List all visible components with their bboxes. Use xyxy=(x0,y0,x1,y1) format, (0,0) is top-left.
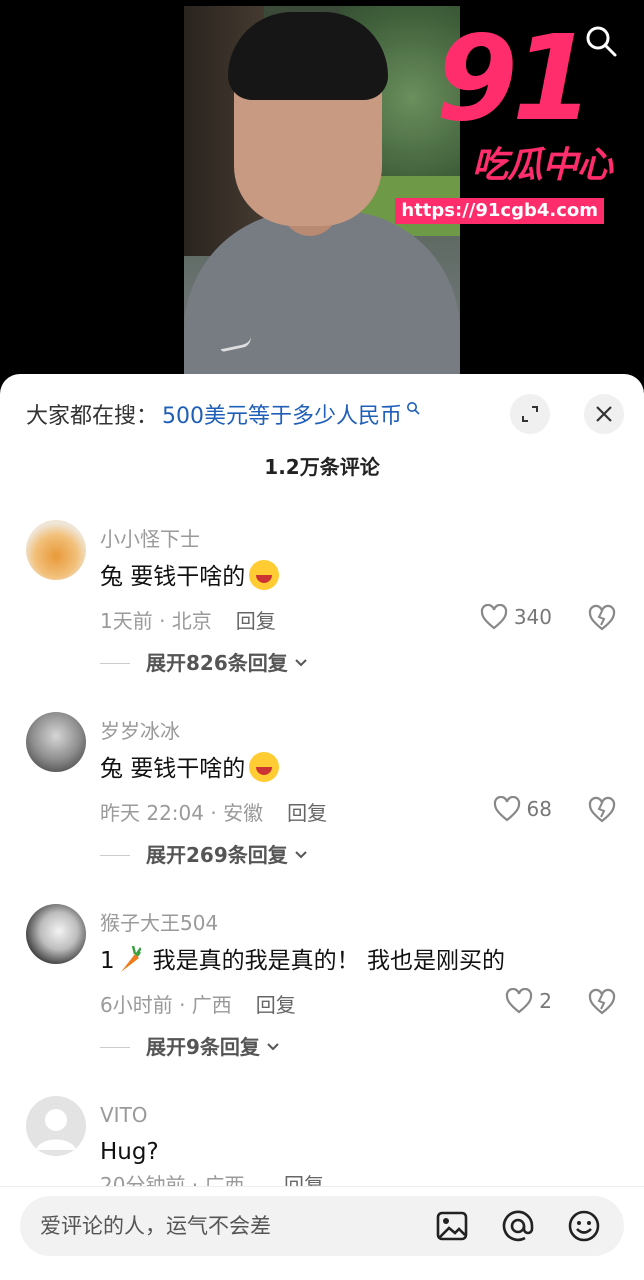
divider-line xyxy=(100,663,130,664)
carrot-emoji-icon xyxy=(120,945,141,972)
divider-line xyxy=(100,1047,130,1048)
image-icon[interactable] xyxy=(434,1208,470,1244)
comment-username[interactable]: 小小怪下士 xyxy=(100,526,200,552)
comment-meta: 昨天 22:04 · 安徽 回复 xyxy=(100,800,327,826)
trending-search-query[interactable]: 500美元等于多少人民币 xyxy=(162,398,402,430)
comment-username[interactable]: VITO xyxy=(100,1102,148,1128)
comment-item: 小小怪下士 兔 要钱干啥的 1天前 · 北京 回复 340 展开826条回复 xyxy=(0,520,644,710)
reply-button[interactable]: 回复 xyxy=(236,609,276,633)
comment-text: Hug? xyxy=(100,1139,159,1165)
like-button[interactable]: 2 xyxy=(505,988,552,1014)
close-button[interactable] xyxy=(584,394,624,434)
reply-button[interactable]: 回复 xyxy=(284,1174,324,1186)
comment-input[interactable]: 爱评论的人，运气不会差 xyxy=(20,1196,624,1256)
like-count: 68 xyxy=(526,797,552,821)
expand-replies-label: 展开9条回复 xyxy=(146,1035,260,1059)
broken-heart-icon[interactable] xyxy=(588,604,616,632)
expand-icon xyxy=(522,406,538,422)
avatar[interactable] xyxy=(26,1096,86,1156)
heart-icon xyxy=(480,604,507,630)
comment-item: 岁岁冰冰 兔 要钱干啥的 昨天 22:04 · 安徽 回复 68 展开269条回复 xyxy=(0,712,644,902)
heart-icon xyxy=(493,796,520,822)
like-button[interactable]: 68 xyxy=(493,796,552,822)
laughing-emoji-icon xyxy=(249,560,280,590)
like-count: 2 xyxy=(539,989,552,1013)
like-button[interactable]: 340 xyxy=(480,604,552,630)
comments-sheet: 大家都在搜： 500美元等于多少人民币 1.2万条评论 小小怪下士 兔 要钱干啥… xyxy=(0,374,644,1280)
like-count: 340 xyxy=(513,605,552,629)
comment-text-body: 兔 要钱干啥的 xyxy=(100,564,246,590)
comment-meta-clipped: 20分钟前 · 广西 回复 xyxy=(0,1174,644,1186)
avatar[interactable] xyxy=(26,520,86,580)
heart-icon xyxy=(506,988,533,1014)
comment-item: 猴子大王504 1 我是真的我是真的！ 我也是刚买的 6小时前 · 广西 回复 2 … xyxy=(0,904,644,1094)
expand-replies-label: 展开269条回复 xyxy=(146,843,288,867)
at-icon[interactable] xyxy=(500,1208,536,1244)
chevron-down-icon xyxy=(295,851,307,859)
comment-time-location: 昨天 22:04 · 安徽 xyxy=(100,801,264,825)
chevron-down-icon xyxy=(267,1043,279,1051)
comment-text: 1 我是真的我是真的！ 我也是刚买的 xyxy=(100,944,505,977)
search-icon[interactable] xyxy=(584,24,618,58)
comment-meta: 6小时前 · 广西 回复 xyxy=(100,992,296,1018)
expand-replies-button[interactable]: 展开826条回复 xyxy=(100,650,308,676)
broken-heart-icon[interactable] xyxy=(588,796,616,824)
comment-text: 兔 要钱干啥的 xyxy=(100,560,280,593)
reply-button[interactable]: 回复 xyxy=(256,993,296,1017)
home-indicator-area xyxy=(0,1266,644,1280)
watermark-url: https://91cgb4.com xyxy=(395,198,604,224)
expand-button[interactable] xyxy=(510,394,550,434)
divider xyxy=(0,1186,644,1187)
expand-replies-button[interactable]: 展开269条回复 xyxy=(100,842,308,868)
expand-replies-button[interactable]: 展开9条回复 xyxy=(100,1034,280,1060)
video-player[interactable]: 91 吃瓜中心 https://91cgb4.com xyxy=(0,0,644,390)
comment-count: 1.2万条评论 xyxy=(264,455,380,479)
comment-input-placeholder: 爱评论的人，运气不会差 xyxy=(40,1214,271,1238)
divider-line xyxy=(100,855,130,856)
watermark-brand: 吃瓜中心 xyxy=(471,145,613,186)
comment-time-location: 6小时前 · 广西 xyxy=(100,993,232,1017)
comment-text: 兔 要钱干啥的 xyxy=(100,752,280,785)
comment-username[interactable]: 猴子大王504 xyxy=(100,910,218,936)
trending-search[interactable]: 大家都在搜： 500美元等于多少人民币 xyxy=(26,396,420,432)
expand-replies-label: 展开826条回复 xyxy=(146,651,288,675)
broken-heart-icon[interactable] xyxy=(588,988,616,1016)
reply-button[interactable]: 回复 xyxy=(287,801,327,825)
comment-text-prefix: 1 xyxy=(100,948,115,974)
default-avatar-icon xyxy=(36,1109,76,1150)
laughing-emoji-icon xyxy=(249,752,280,782)
comment-meta: 1天前 · 北京 回复 xyxy=(100,608,276,634)
comment-time-location: 1天前 · 北京 xyxy=(100,609,212,633)
comment-text-body: 我是真的我是真的！ 我也是刚买的 xyxy=(152,948,505,974)
trending-search-prefix: 大家都在搜： xyxy=(26,404,159,429)
watermark-number: 91 xyxy=(435,9,594,147)
avatar[interactable] xyxy=(26,712,86,772)
close-icon xyxy=(596,406,612,422)
emoji-icon[interactable] xyxy=(566,1208,602,1244)
chevron-down-icon xyxy=(295,659,307,667)
comment-item: VITO Hug? xyxy=(0,1096,644,1186)
comment-time-location: 20分钟前 · 广西 xyxy=(100,1174,245,1186)
hair xyxy=(228,12,388,100)
comment-username[interactable]: 岁岁冰冰 xyxy=(100,718,180,744)
comment-text-body: 兔 要钱干啥的 xyxy=(100,756,246,782)
avatar[interactable] xyxy=(26,904,86,964)
search-icon xyxy=(407,402,420,415)
